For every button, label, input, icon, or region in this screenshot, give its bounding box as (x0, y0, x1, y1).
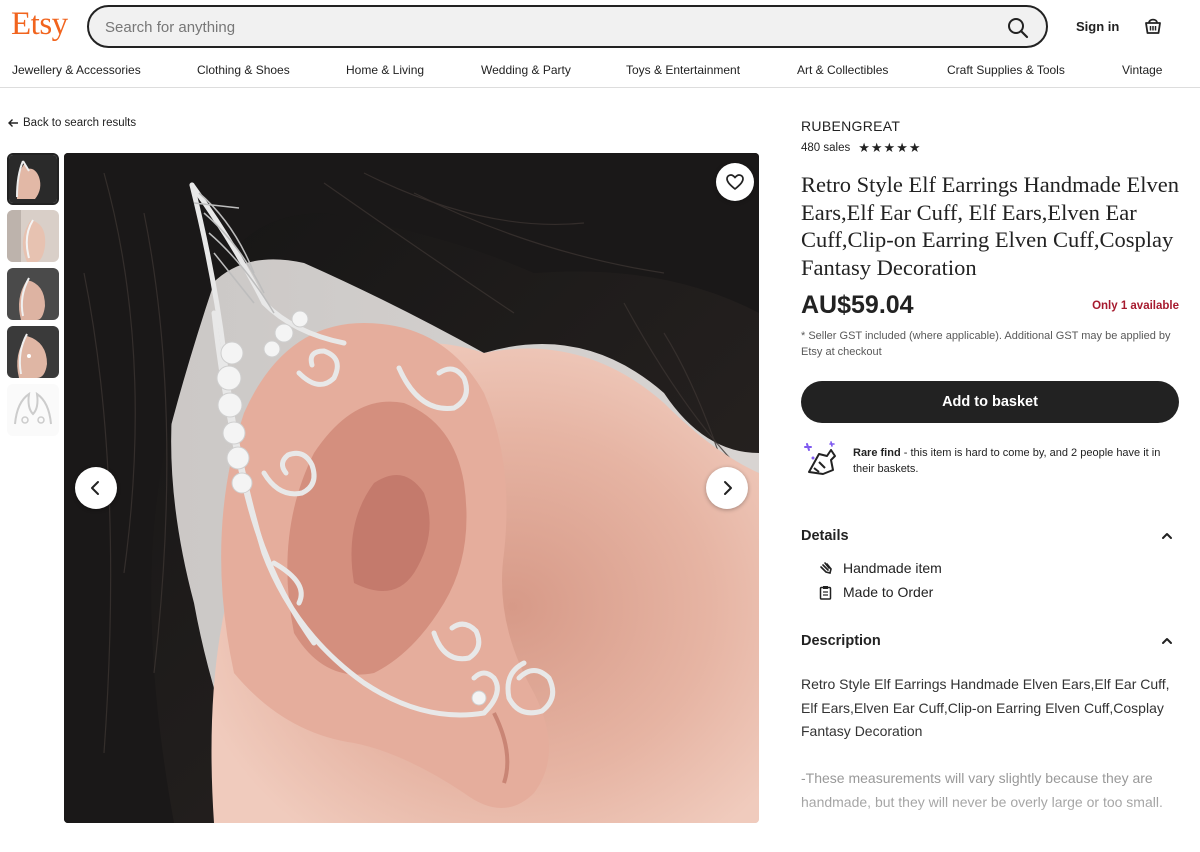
detail-made-to-order: Made to Order (818, 584, 933, 600)
category-clothing[interactable]: Clothing & Shoes (197, 63, 290, 77)
thumbnail-4[interactable] (7, 326, 59, 378)
add-to-basket-button[interactable]: Add to basket (801, 381, 1179, 423)
category-nav: Jewellery & Accessories Clothing & Shoes… (0, 56, 1200, 88)
category-home[interactable]: Home & Living (346, 63, 424, 77)
sales-count: 480 sales (801, 142, 851, 154)
arrow-left-icon (8, 119, 18, 127)
description-more-text: -These measurements will vary slightly b… (801, 770, 1163, 810)
next-image-button[interactable] (706, 467, 748, 509)
etsy-logo[interactable]: Etsy (11, 6, 68, 43)
clipboard-icon (819, 585, 832, 600)
category-wedding[interactable]: Wedding & Party (481, 63, 571, 77)
chevron-up-icon[interactable] (1160, 529, 1174, 543)
previous-image-button[interactable] (75, 467, 117, 509)
search-bar (87, 5, 1048, 48)
back-to-results-link[interactable]: Back to search results (7, 117, 136, 129)
search-input[interactable] (105, 17, 985, 37)
rare-find-text: Rare find - this item is hard to come by… (853, 445, 1183, 477)
gst-note: * Seller GST included (where applicable)… (801, 330, 1171, 358)
chevron-up-icon[interactable] (1160, 634, 1174, 648)
chevron-right-icon (724, 481, 732, 495)
chevron-left-icon (91, 481, 99, 495)
category-toys[interactable]: Toys & Entertainment (626, 63, 740, 77)
category-jewellery[interactable]: Jewellery & Accessories (12, 63, 141, 77)
detail-label: Made to Order (843, 584, 934, 600)
details-heading[interactable]: Details (801, 528, 849, 544)
detail-label: Handmade item (843, 560, 942, 576)
price: AU$59.04 (801, 291, 914, 319)
thumbnail-3[interactable] (7, 268, 59, 320)
description-heading[interactable]: Description (801, 633, 881, 649)
listing-title: Retro Style Elf Earrings Handmade Elven … (801, 172, 1180, 280)
basket-icon[interactable] (1142, 14, 1164, 36)
heart-icon (726, 174, 744, 190)
detail-handmade: Handmade item (818, 560, 942, 576)
description-text: Retro Style Elf Earrings Handmade Elven … (801, 676, 1170, 739)
rare-find-icon (804, 441, 836, 475)
shop-name-link[interactable]: RUBENGREAT (801, 118, 900, 134)
main-product-image[interactable] (64, 153, 759, 823)
star-rating[interactable]: ★★★★★ (858, 140, 921, 156)
back-label: Back to search results (23, 117, 137, 129)
sign-in-link[interactable]: Sign in (1076, 19, 1119, 34)
rare-find-label: Rare find (853, 447, 901, 459)
category-vintage[interactable]: Vintage (1122, 63, 1162, 77)
search-icon[interactable] (1006, 16, 1030, 40)
availability-badge: Only 1 available (1092, 300, 1179, 312)
category-art[interactable]: Art & Collectibles (797, 63, 888, 77)
thumbnail-2[interactable] (7, 210, 59, 262)
category-craft[interactable]: Craft Supplies & Tools (947, 63, 1065, 77)
hand-icon (820, 561, 832, 574)
shop-sales-rating: 480 sales ★★★★★ (801, 140, 922, 156)
thumbnail-5[interactable] (7, 384, 59, 436)
thumbnail-1[interactable] (7, 153, 59, 205)
favorite-button[interactable] (716, 163, 754, 201)
